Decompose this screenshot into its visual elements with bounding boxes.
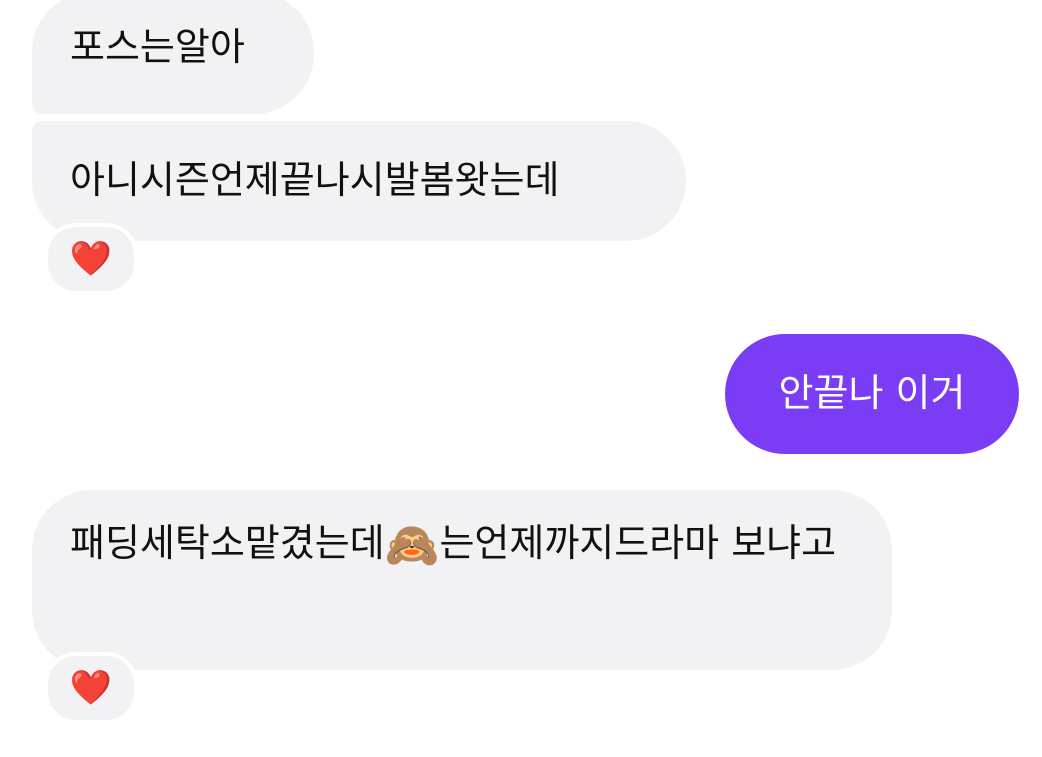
heart-reaction[interactable]: ❤️ xyxy=(44,223,138,295)
message-text: 포스는알아 xyxy=(70,25,245,69)
chat-thread: 포스는알아 아니시즌언제끝나시발봄왓는데 ❤️ 안끝나 이거 패딩세탁소맡겼는데… xyxy=(0,0,1042,757)
message-text: 안끝나 이거 xyxy=(778,371,966,415)
heart-reaction[interactable]: ❤️ xyxy=(44,652,138,724)
message-text-part: 는언제까지드라마 보냐고 xyxy=(439,521,837,565)
message-text-part: 패딩세탁소맡겼는데 xyxy=(70,521,385,565)
see-no-evil-monkey-icon: 🙈 xyxy=(384,520,440,571)
message-bubble-incoming[interactable]: 패딩세탁소맡겼는데🙈는언제까지드라마 보냐고 xyxy=(32,490,892,670)
heart-icon: ❤️ xyxy=(69,668,113,708)
heart-icon: ❤️ xyxy=(69,239,113,279)
message-text: 아니시즌언제끝나시발봄왓는데 xyxy=(70,158,560,202)
message-bubble-incoming[interactable]: 포스는알아 xyxy=(32,0,314,114)
message-bubble-incoming[interactable]: 아니시즌언제끝나시발봄왓는데 xyxy=(32,121,686,241)
message-bubble-outgoing[interactable]: 안끝나 이거 xyxy=(725,334,1019,454)
